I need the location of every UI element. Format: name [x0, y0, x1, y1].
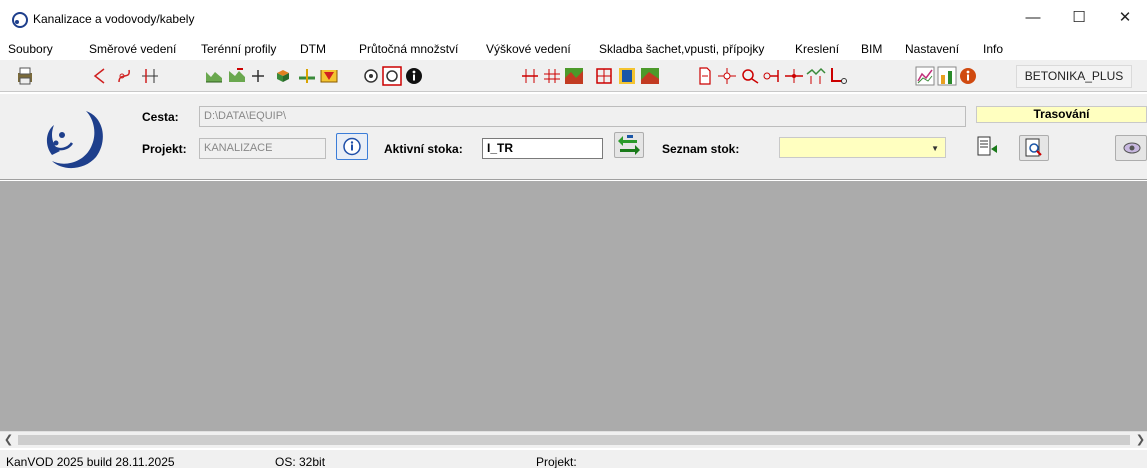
window-title: Kanalizace a vodovody/kabely [33, 12, 195, 26]
aktivni-stoka-label: Aktivní stoka: [384, 142, 463, 156]
menu-kresleni[interactable]: Kreslení [795, 42, 839, 56]
height-profile-double-icon[interactable] [542, 66, 562, 86]
aktivni-stoka-field[interactable]: I_TR [482, 138, 603, 159]
transfer-arrows-icon [618, 135, 640, 155]
angle-line-icon[interactable] [92, 66, 106, 86]
view-button[interactable] [1115, 135, 1147, 161]
kanvod-logo [46, 111, 103, 169]
terrain-map-icon[interactable] [564, 66, 584, 86]
info-circle-icon[interactable] [404, 66, 424, 86]
junction-node-icon[interactable] [717, 66, 737, 86]
document-export-icon [977, 136, 997, 156]
scroll-right-icon[interactable]: ❯ [1132, 432, 1147, 449]
app-window: Kanalizace a vodovody/kabely — ☐ ✕ Soubo… [0, 0, 1147, 468]
status-project-text: Projekt: [536, 455, 577, 468]
add-point-icon[interactable] [250, 66, 266, 86]
projekt-field[interactable]: KANALIZACE [199, 138, 326, 159]
menu-bim[interactable]: BIM [861, 42, 882, 56]
scrollbar-thumb[interactable] [18, 435, 1130, 445]
height-profile-icon[interactable] [520, 66, 540, 86]
bar-chart-icon[interactable] [937, 66, 957, 86]
printer-icon[interactable] [16, 66, 34, 86]
manhole-icon[interactable] [617, 66, 637, 86]
menu-terenni-profily[interactable]: Terénní profily [201, 42, 276, 56]
projekt-label: Projekt: [142, 142, 187, 156]
document-icon[interactable] [697, 66, 713, 86]
close-button[interactable]: ✕ [1102, 4, 1147, 32]
export-button[interactable] [975, 135, 1005, 161]
horizontal-scrollbar[interactable]: ❮ ❯ [0, 431, 1147, 448]
eye-icon [1123, 142, 1141, 154]
os-text: OS: 32bit [275, 455, 326, 468]
terrain-pipe-icon[interactable] [806, 66, 826, 86]
menu-info[interactable]: Info [983, 42, 1003, 56]
inlet-icon[interactable] [740, 66, 760, 86]
chart-icon[interactable] [915, 66, 935, 86]
dtm-section-icon[interactable] [319, 66, 339, 86]
title-bar: Kanalizace a vodovody/kabely — ☐ ✕ [0, 0, 1147, 38]
mode-status: Trasování [976, 106, 1147, 123]
status-bar: KanVOD 2025 build 28.11.2025 OS: 32bit P… [0, 450, 1147, 468]
toolbar: BETONIKA_PLUS [0, 60, 1147, 92]
info-orange-icon[interactable] [958, 66, 978, 86]
flow-settings-icon[interactable] [382, 66, 402, 86]
menu-smerove-vedeni[interactable]: Směrové vedení [89, 42, 176, 56]
menu-soubory[interactable]: Soubory [8, 42, 53, 56]
preview-button[interactable] [1019, 135, 1049, 161]
cesta-label: Cesta: [142, 110, 179, 124]
curve-icon[interactable] [116, 66, 134, 86]
pipe-section-icon[interactable] [594, 66, 614, 86]
terrain-layers-icon[interactable] [640, 66, 660, 86]
terrain-profile-edit-icon[interactable] [227, 66, 247, 86]
seznam-stok-label: Seznam stok: [662, 142, 740, 156]
menu-prutocna-mnozstvi[interactable]: Průtočná množství [359, 42, 458, 56]
branch-icon[interactable] [784, 66, 804, 86]
chevron-down-icon: ▼ [931, 144, 939, 153]
menu-vyskove-vedeni[interactable]: Výškové vedení [486, 42, 571, 56]
project-panel: Cesta: D:\DATA\EQUIP\ Projekt: KANALIZAC… [0, 93, 1147, 180]
menu-bar: Soubory Směrové vedení Terénní profily D… [0, 38, 1147, 59]
activate-sewer-button[interactable] [614, 132, 644, 158]
drawing-area[interactable] [0, 181, 1147, 431]
minimize-button[interactable]: — [1010, 4, 1056, 32]
version-text: KanVOD 2025 build 28.11.2025 [6, 455, 175, 468]
scroll-left-icon[interactable]: ❮ [0, 432, 17, 449]
seznam-stok-select[interactable]: ▼ [779, 137, 946, 158]
pipe-connector-icon[interactable] [828, 66, 848, 86]
dtm-surface-icon[interactable] [297, 66, 317, 86]
maximize-button[interactable]: ☐ [1056, 4, 1102, 32]
project-info-button[interactable] [336, 133, 368, 160]
info-icon [343, 137, 361, 156]
terrain-profile-icon[interactable] [204, 66, 224, 86]
menu-dtm[interactable]: DTM [300, 42, 326, 56]
menu-nastaveni[interactable]: Nastavení [905, 42, 959, 56]
dtm-cube-icon[interactable] [275, 66, 291, 86]
profile-button[interactable]: BETONIKA_PLUS [1016, 65, 1132, 88]
app-logo-icon [12, 12, 28, 28]
menu-skladba-sachet[interactable]: Skladba šachet,vpusti, přípojky [599, 42, 764, 56]
magnifier-document-icon [1025, 138, 1042, 157]
axis-node-icon[interactable] [140, 66, 160, 86]
cesta-field[interactable]: D:\DATA\EQUIP\ [199, 106, 966, 127]
flow-circle-icon[interactable] [362, 66, 380, 86]
connection-icon[interactable] [762, 66, 782, 86]
